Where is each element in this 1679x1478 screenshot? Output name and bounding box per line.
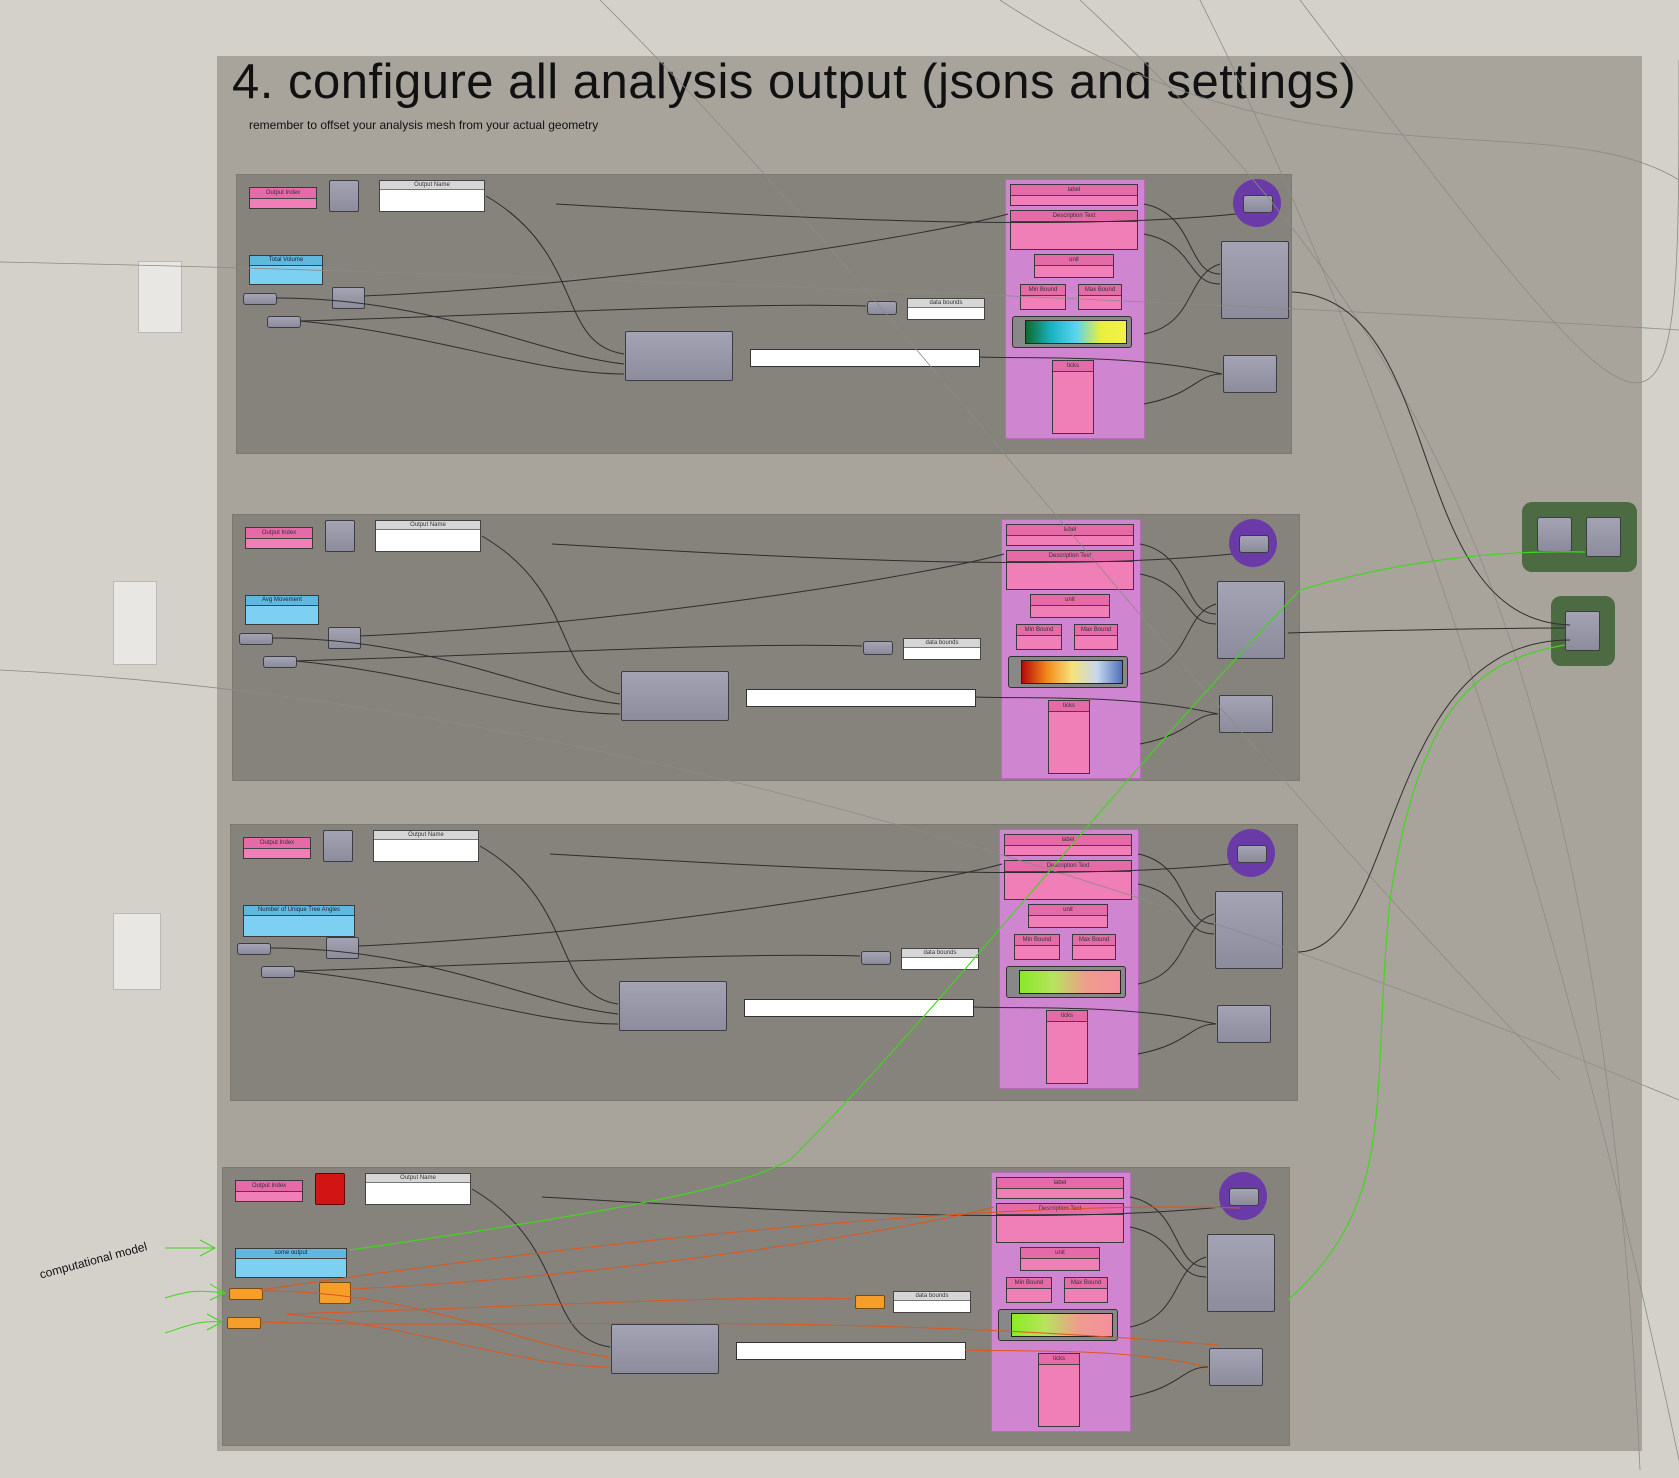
- wire: [269, 947, 619, 1015]
- wire: [978, 356, 1223, 375]
- wire: [357, 863, 1003, 947]
- wire: [1143, 263, 1221, 335]
- wire: [1143, 373, 1223, 405]
- wire: [972, 1006, 1217, 1025]
- wire: [1139, 603, 1217, 675]
- wire: [1137, 1023, 1217, 1055]
- wire: [1137, 913, 1215, 985]
- background-wire: [0, 669, 1679, 1101]
- wire: [285, 1313, 611, 1368]
- wires-layer: [0, 0, 1679, 1471]
- wire: [1129, 1256, 1207, 1328]
- orange-wire: [259, 1321, 1219, 1346]
- wire: [555, 203, 1237, 224]
- background-wire: [599, 0, 1561, 1081]
- background-wire: [0, 261, 1679, 331]
- wire: [293, 970, 619, 1025]
- wire: [293, 954, 861, 972]
- input-arrow: [164, 1283, 227, 1301]
- wire: [481, 535, 621, 695]
- wire: [1137, 883, 1215, 935]
- wire: [541, 1196, 1223, 1217]
- wire: [1297, 639, 1571, 953]
- wire: [479, 845, 619, 1005]
- input-arrow: [164, 1313, 224, 1334]
- wire: [295, 644, 863, 662]
- input-arrow: [165, 1239, 217, 1257]
- wire: [1291, 291, 1571, 626]
- green-wire: [1287, 644, 1566, 1301]
- wire: [285, 1297, 853, 1315]
- wire: [1139, 713, 1219, 745]
- green-wire: [349, 551, 1586, 1251]
- wire: [1129, 1226, 1207, 1278]
- wire: [551, 543, 1233, 564]
- wire: [1143, 203, 1221, 275]
- wire: [964, 1349, 1209, 1368]
- wire: [349, 1206, 995, 1290]
- orange-wire: [259, 1206, 1241, 1291]
- wire: [299, 304, 867, 322]
- wire: [363, 213, 1009, 297]
- wire: [271, 637, 621, 705]
- wire: [485, 195, 625, 355]
- wire: [299, 320, 625, 375]
- wire: [295, 660, 621, 715]
- wire: [1139, 543, 1217, 615]
- wire: [275, 297, 625, 365]
- wire: [359, 553, 1005, 637]
- background-wire: [1079, 0, 1641, 1471]
- wire: [1143, 233, 1221, 285]
- wire: [1139, 573, 1217, 625]
- wire: [549, 853, 1231, 874]
- wire: [1137, 853, 1215, 925]
- background-wire: [1299, 0, 1679, 384]
- wire: [974, 696, 1219, 715]
- wire: [1129, 1366, 1209, 1398]
- background-wire: [999, 0, 1679, 181]
- wire: [1287, 627, 1566, 634]
